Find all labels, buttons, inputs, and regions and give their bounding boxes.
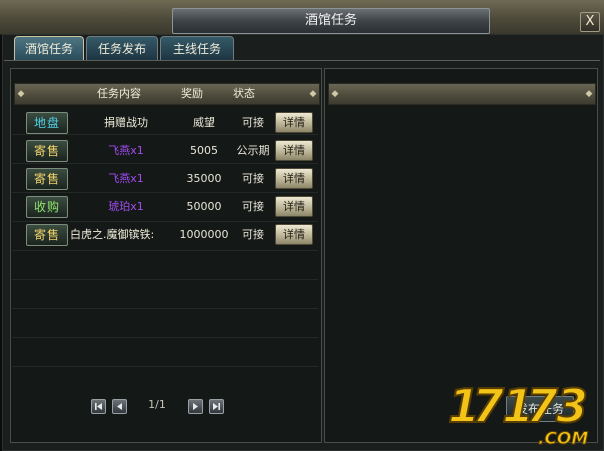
next-page-icon <box>193 403 198 410</box>
close-icon: X <box>585 14 595 29</box>
detail-button[interactable]: 详情 <box>275 140 313 161</box>
svg-text:7: 7 <box>472 379 504 433</box>
category-badge: 地盘 <box>26 112 68 134</box>
quest-content: 琥珀x1 <box>108 200 144 213</box>
detail-button[interactable]: 详情 <box>275 196 313 217</box>
quest-list-header: ◆ 任务内容 奖励 状态 ◆ <box>14 83 320 105</box>
first-page-icon <box>95 403 102 410</box>
tab-main-quests[interactable]: 主线任务 <box>160 36 234 61</box>
table-row[interactable]: 寄售 飞燕x1 35000 可接 详情 <box>26 167 314 191</box>
prev-page-icon <box>117 403 122 410</box>
last-page-icon <box>213 403 220 410</box>
detail-header: ◆ ◆ <box>328 83 596 105</box>
detail-header-right-ornament-icon: ◆ <box>585 89 593 99</box>
svg-text:3: 3 <box>556 379 588 433</box>
svg-text:7: 7 <box>526 379 558 433</box>
quest-content: 捐赠战功 <box>104 116 148 129</box>
next-page-button[interactable] <box>188 399 203 414</box>
quest-reward: 威望 <box>193 116 215 129</box>
category-badge: 寄售 <box>26 140 68 162</box>
category-badge: 寄售 <box>26 168 68 190</box>
row-divider <box>12 279 318 280</box>
quest-reward: 5005 <box>190 144 218 157</box>
header-left-ornament-icon: ◆ <box>17 89 25 99</box>
tab-quest-publish[interactable]: 任务发布 <box>86 36 158 61</box>
row-divider <box>12 366 318 367</box>
row-divider <box>12 308 318 309</box>
header-content: 任务内容 <box>97 87 141 100</box>
table-row[interactable]: 收购 琥珀x1 50000 可接 详情 <box>26 195 314 219</box>
row-divider <box>12 337 318 338</box>
category-badge: 寄售 <box>26 224 68 246</box>
table-row[interactable]: 地盘 捐赠战功 威望 可接 详情 <box>26 111 314 135</box>
first-page-button[interactable] <box>91 399 106 414</box>
table-row[interactable]: 寄售 白虎之.魔御镔铁: 1000000 可接 详情 <box>26 223 314 247</box>
detail-button[interactable]: 详情 <box>275 112 313 133</box>
row-divider <box>12 221 318 222</box>
quest-status: 可接 <box>242 116 264 129</box>
header-right-ornament-icon: ◆ <box>309 89 317 99</box>
close-button[interactable]: X <box>580 12 600 32</box>
row-divider <box>12 250 318 251</box>
quest-status: 可接 <box>242 228 264 241</box>
category-badge: 收购 <box>26 196 68 218</box>
tab-tavern-quests[interactable]: 酒馆任务 <box>14 36 84 61</box>
quest-reward: 50000 <box>186 200 222 213</box>
last-page-button[interactable] <box>209 399 224 414</box>
quest-status: 公示期 <box>236 144 270 157</box>
quest-content: 白虎之.魔御镔铁: <box>70 228 155 241</box>
quest-content: 飞燕x1 <box>108 172 144 185</box>
header-reward: 奖励 <box>181 87 203 100</box>
window-title-bar: 酒馆任务 X <box>0 0 604 35</box>
row-divider <box>12 163 318 164</box>
quest-status: 可接 <box>242 200 264 213</box>
site-watermark-logo: 1 7 1 7 3 .COM <box>447 378 589 448</box>
quest-reward: 35000 <box>186 172 222 185</box>
tab-divider <box>4 60 600 61</box>
detail-button[interactable]: 详情 <box>275 168 313 189</box>
detail-button[interactable]: 详情 <box>275 224 313 245</box>
svg-text:.COM: .COM <box>538 429 588 448</box>
prev-page-button[interactable] <box>112 399 127 414</box>
row-divider <box>12 192 318 193</box>
table-row[interactable]: 寄售 飞燕x1 5005 公示期 详情 <box>26 139 314 163</box>
quest-content: 飞燕x1 <box>108 144 144 157</box>
quest-status: 可接 <box>242 172 264 185</box>
quest-reward: 1000000 <box>179 228 229 241</box>
page-indicator: 1/1 <box>148 398 166 411</box>
header-status: 状态 <box>233 87 255 100</box>
window-title: 酒馆任务 <box>172 8 490 34</box>
detail-header-left-ornament-icon: ◆ <box>331 89 339 99</box>
